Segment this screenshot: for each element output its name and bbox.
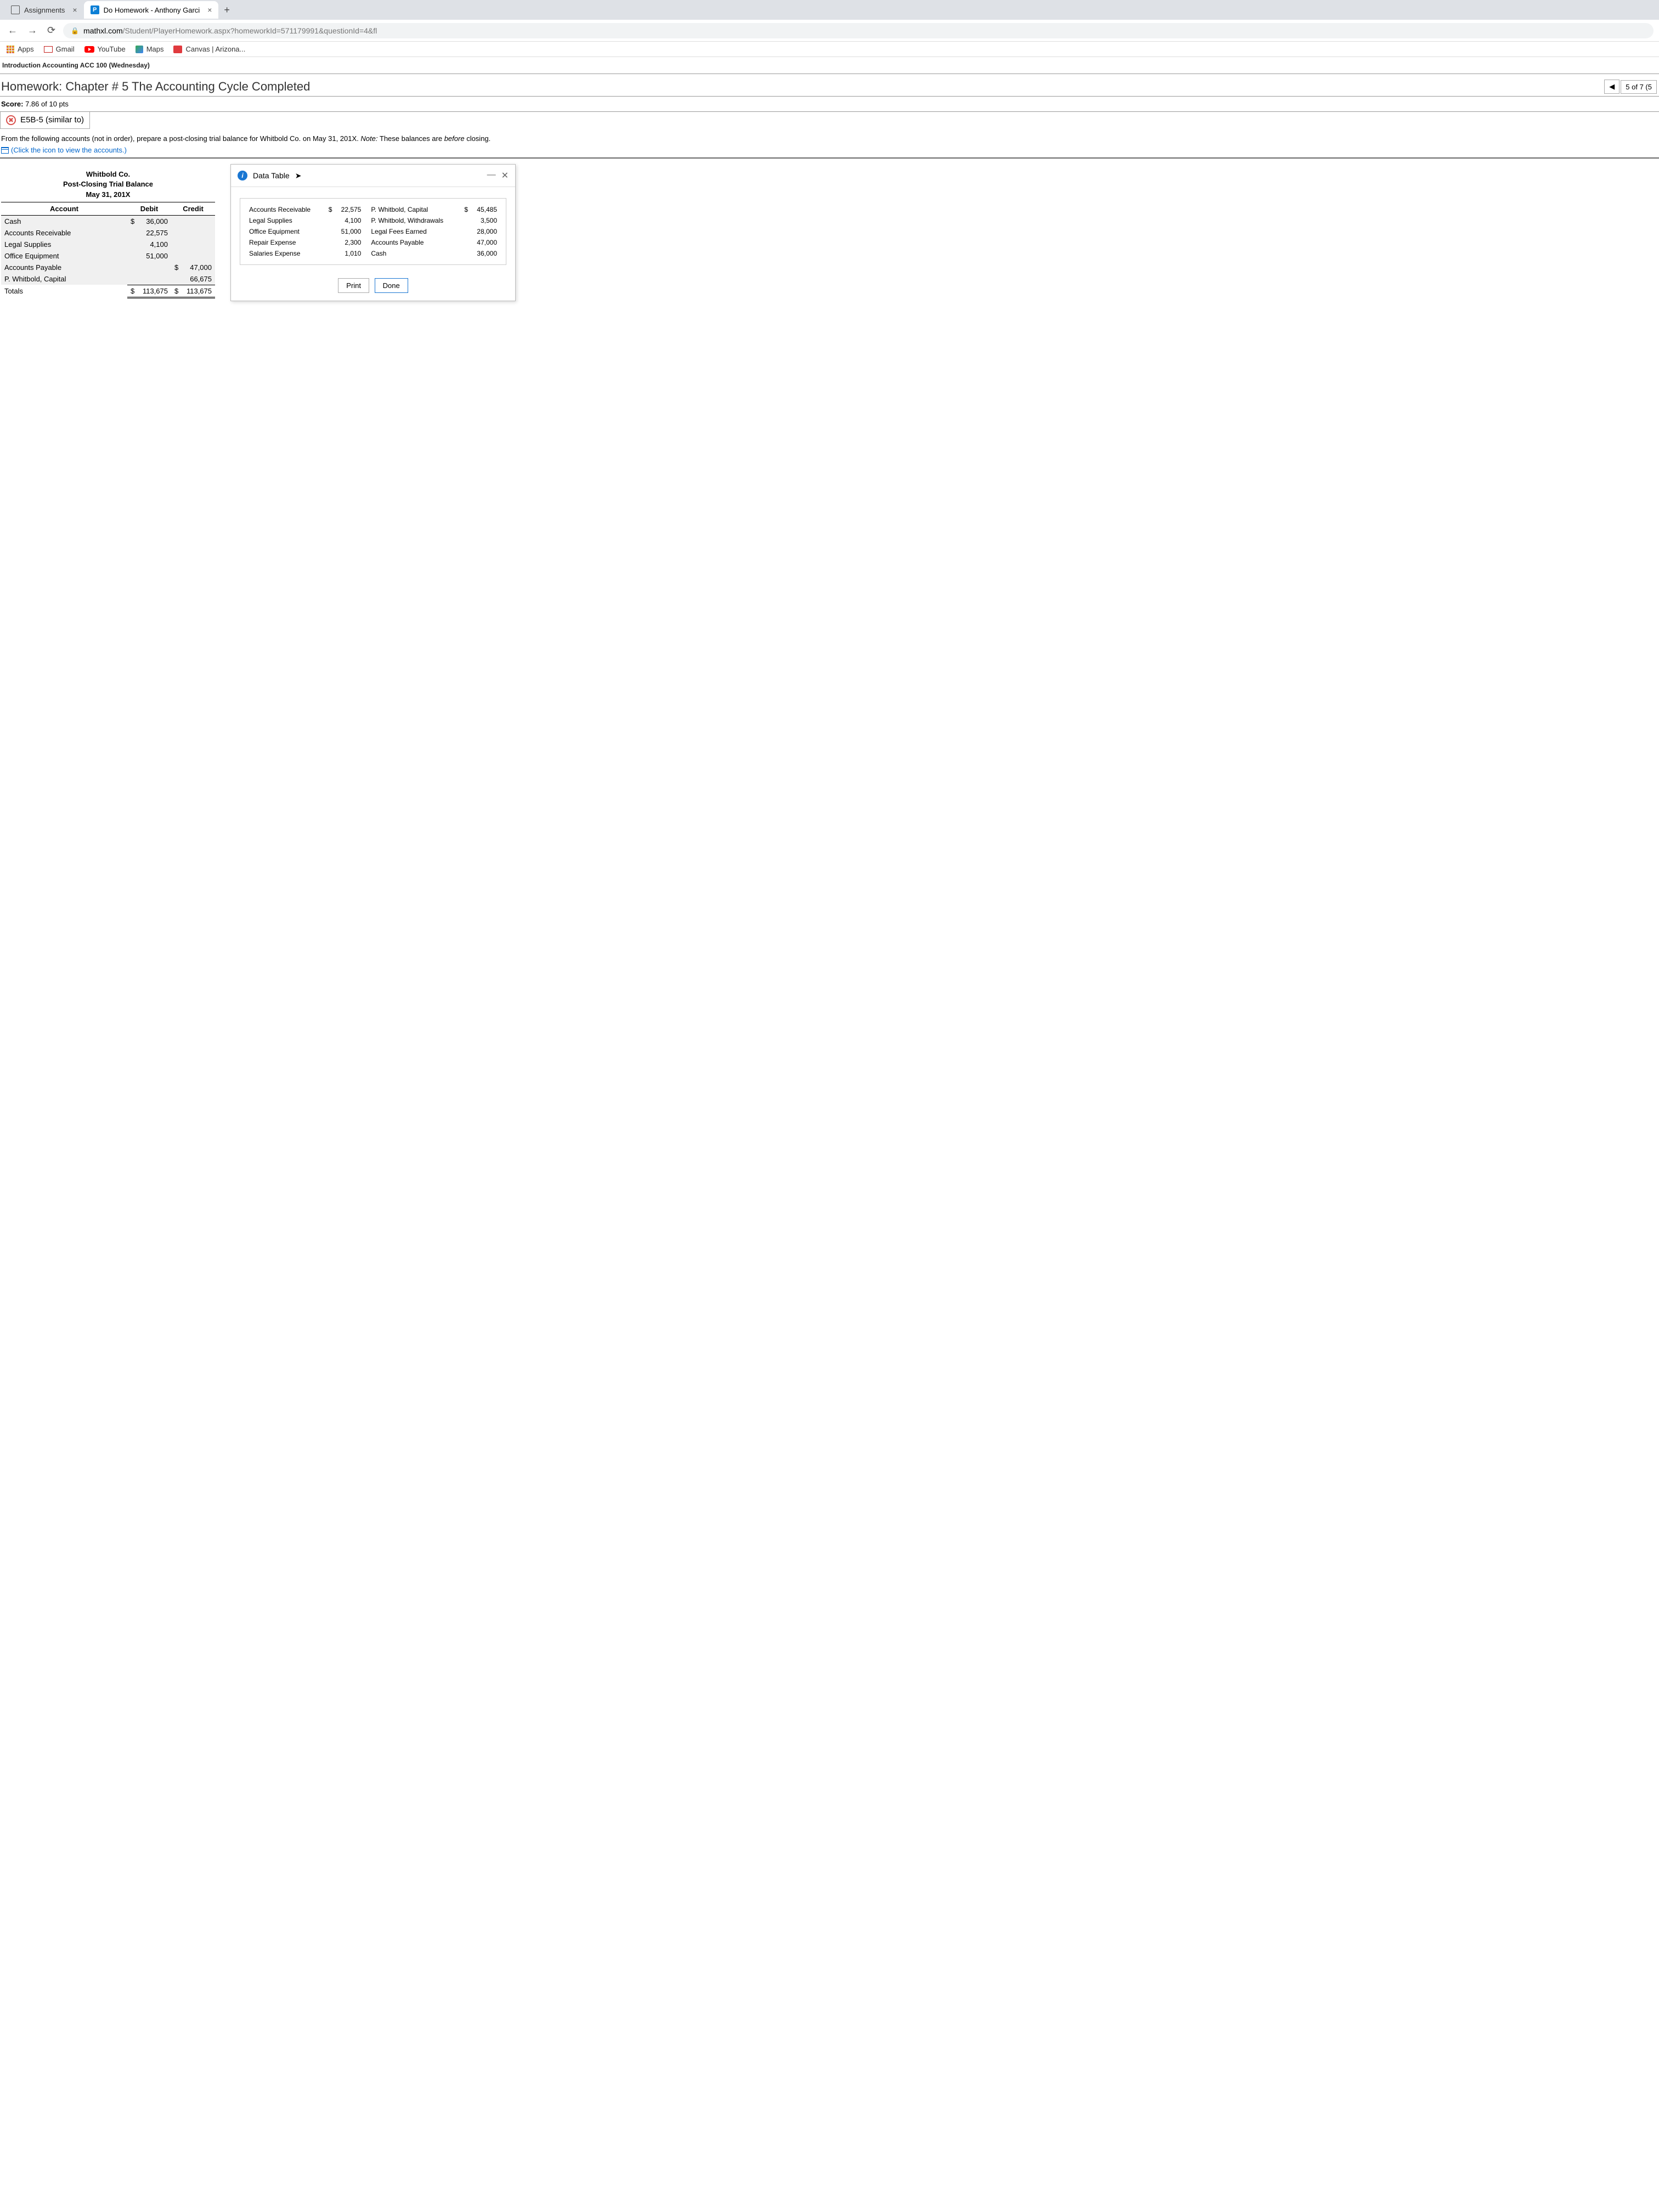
view-accounts-link[interactable]: (Click the icon to view the accounts.) xyxy=(1,146,127,154)
bookmark-gmail[interactable]: Gmail xyxy=(44,45,75,53)
modal-title: Data Table xyxy=(253,171,290,180)
col-debit: Debit xyxy=(127,202,171,216)
table-row: Legal Supplies4,100 xyxy=(1,239,215,250)
address-bar: ← → ⟳ 🔒 mathxl.com/Student/PlayerHomewor… xyxy=(0,20,1659,42)
data-table-modal: i Data Table ➤ — ✕ Accounts Receivable$2… xyxy=(230,164,516,301)
tab-homework[interactable]: P Do Homework - Anthony Garci × xyxy=(84,1,219,19)
account-cell[interactable]: Accounts Receivable xyxy=(1,227,127,239)
bookmark-youtube[interactable]: YouTube xyxy=(84,45,126,53)
table-row: Cash$36,000 xyxy=(1,215,215,227)
table-row: Office Equipment51,000 xyxy=(1,250,215,262)
account-cell[interactable]: Office Equipment xyxy=(1,250,127,262)
tab-favicon-icon: P xyxy=(91,5,99,14)
url-input[interactable]: 🔒 mathxl.com/Student/PlayerHomework.aspx… xyxy=(63,23,1654,38)
account-cell[interactable]: Legal Supplies xyxy=(1,239,127,250)
forward-button[interactable]: → xyxy=(25,25,40,36)
credit-cell[interactable]: $47,000 xyxy=(171,262,215,273)
account-cell[interactable]: Accounts Payable xyxy=(1,262,127,273)
credit-cell[interactable] xyxy=(171,250,215,262)
info-icon: i xyxy=(238,171,247,180)
table-row: P. Whitbold, Capital 66,675 xyxy=(1,273,215,285)
credit-cell[interactable] xyxy=(171,239,215,250)
account-cell[interactable]: P. Whitbold, Capital xyxy=(1,273,127,285)
data-row: Office Equipment51,000Legal Fees Earned2… xyxy=(247,226,499,237)
maps-icon xyxy=(136,46,143,53)
incorrect-icon: ✖ xyxy=(6,115,16,125)
back-button[interactable]: ← xyxy=(5,25,20,36)
new-tab-button[interactable]: + xyxy=(218,4,235,16)
reload-button[interactable]: ⟳ xyxy=(45,25,58,36)
debit-cell[interactable]: 4,100 xyxy=(127,239,171,250)
bookmark-apps[interactable]: Apps xyxy=(7,45,34,53)
prev-question-button[interactable]: ◀ xyxy=(1604,80,1620,94)
canvas-icon xyxy=(173,46,182,53)
credit-cell[interactable] xyxy=(171,227,215,239)
debit-cell[interactable] xyxy=(127,262,171,273)
table-row: Accounts Payable $47,000 xyxy=(1,262,215,273)
col-credit: Credit xyxy=(171,202,215,216)
data-row: Repair Expense2,300Accounts Payable47,00… xyxy=(247,237,499,248)
question-progress: 5 of 7 (5 xyxy=(1621,80,1657,94)
data-row: Salaries Expense1,010Cash36,000 xyxy=(247,248,499,259)
gmail-icon xyxy=(44,46,53,53)
debit-cell[interactable]: 22,575 xyxy=(127,227,171,239)
homework-title: Homework: Chapter # 5 The Accounting Cyc… xyxy=(0,80,310,94)
youtube-icon xyxy=(84,46,94,53)
close-button[interactable]: ✕ xyxy=(501,170,509,181)
col-account: Account xyxy=(1,202,127,216)
cursor-icon: ➤ xyxy=(295,171,302,180)
lock-icon: 🔒 xyxy=(71,27,79,35)
tab-label: Assignments xyxy=(24,6,65,14)
bookmark-canvas[interactable]: Canvas | Arizona... xyxy=(173,45,245,53)
course-title: Introduction Accounting ACC 100 (Wednesd… xyxy=(0,57,1659,74)
data-row: Legal Supplies4,100P. Whitbold, Withdraw… xyxy=(247,215,499,226)
tab-favicon-icon xyxy=(11,5,20,14)
bookmarks-bar: Apps Gmail YouTube Maps Canvas | Arizona… xyxy=(0,42,1659,57)
table-row: Accounts Receivable22,575 xyxy=(1,227,215,239)
apps-icon xyxy=(7,46,14,53)
debit-cell[interactable]: 51,000 xyxy=(127,250,171,262)
close-icon[interactable]: × xyxy=(207,5,212,14)
tab-assignments[interactable]: Assignments × xyxy=(4,1,84,19)
debit-cell[interactable] xyxy=(127,273,171,285)
done-button[interactable]: Done xyxy=(375,278,408,293)
account-cell[interactable]: Cash xyxy=(1,215,127,227)
close-icon[interactable]: × xyxy=(72,5,77,14)
data-row: Accounts Receivable$22,575P. Whitbold, C… xyxy=(247,204,499,215)
credit-cell[interactable] xyxy=(171,215,215,227)
url-path: /Student/PlayerHomework.aspx?homeworkId=… xyxy=(123,26,377,35)
print-button[interactable]: Print xyxy=(338,278,369,293)
totals-row: Totals$113,675$113,675 xyxy=(1,285,215,297)
minimize-button[interactable]: — xyxy=(487,170,496,181)
url-domain: mathxl.com xyxy=(83,26,123,35)
homework-header: Homework: Chapter # 5 The Accounting Cyc… xyxy=(0,74,1659,97)
bookmark-maps[interactable]: Maps xyxy=(136,45,164,53)
debit-cell[interactable]: $36,000 xyxy=(127,215,171,227)
browser-tab-bar: Assignments × P Do Homework - Anthony Ga… xyxy=(0,0,1659,20)
problem-instructions: From the following accounts (not in orde… xyxy=(0,129,1659,159)
score-line: Score: 7.86 of 10 pts xyxy=(0,97,1659,112)
tab-label: Do Homework - Anthony Garci xyxy=(104,6,200,14)
problem-id: ✖ E5B-5 (similar to) xyxy=(0,112,90,129)
table-icon xyxy=(1,147,9,154)
trial-balance-table: Whitbold Co. Post-Closing Trial Balance … xyxy=(1,170,215,298)
credit-cell[interactable]: 66,675 xyxy=(171,273,215,285)
